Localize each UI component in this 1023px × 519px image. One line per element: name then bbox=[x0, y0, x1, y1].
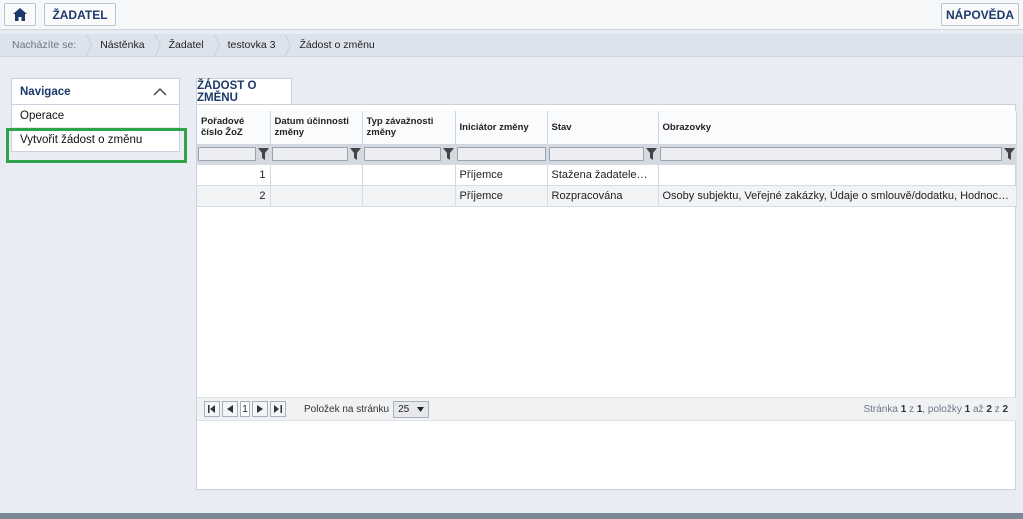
column-header-typ-zavaznosti[interactable]: Typ závažnosti změny bbox=[362, 111, 456, 145]
table-row[interactable]: 2 Příjemce Rozpracována Osoby subjektu, … bbox=[197, 185, 1017, 207]
table-cell: Příjemce bbox=[455, 164, 548, 186]
filter-icon[interactable] bbox=[349, 148, 361, 160]
prev-page-icon bbox=[227, 405, 233, 413]
breadcrumb-item-nastenka[interactable]: Nástěnka bbox=[85, 33, 154, 57]
last-page-button[interactable] bbox=[270, 401, 286, 417]
filter-icon[interactable] bbox=[1003, 148, 1015, 160]
table-cell: Příjemce bbox=[455, 185, 548, 207]
column-header-poradove-cislo[interactable]: Pořadové číslo ŽoZ bbox=[197, 111, 271, 145]
tab-zadost-o-zmenu[interactable]: ŽÁDOST O ZMĚNU bbox=[196, 78, 292, 105]
filter-input[interactable] bbox=[456, 147, 546, 161]
next-page-button[interactable] bbox=[252, 401, 268, 417]
filter-input[interactable] bbox=[659, 147, 1002, 161]
pager: 1 Položek na stránku 25 Stránka 1 z 1, p… bbox=[197, 397, 1016, 421]
chevron-up-icon[interactable] bbox=[153, 87, 167, 96]
navigation-title: Navigace bbox=[20, 85, 71, 98]
table-row[interactable]: 1 Příjemce Stažena žadatelem/p... bbox=[197, 164, 1017, 186]
top-bar: ŽADATEL NÁPOVĚDA bbox=[0, 0, 1023, 30]
table-cell: 1 bbox=[197, 164, 271, 186]
data-table: Pořadové číslo ŽoZ Datum účinnosti změny… bbox=[197, 111, 1017, 207]
highlight-frame bbox=[6, 128, 187, 163]
table-header-row: Pořadové číslo ŽoZ Datum účinnosti změny… bbox=[197, 111, 1017, 145]
current-page: 1 bbox=[240, 401, 250, 417]
navigation-header[interactable]: Navigace bbox=[12, 79, 179, 105]
help-button[interactable]: NÁPOVĚDA bbox=[941, 3, 1019, 26]
column-header-obrazovky[interactable]: Obrazovky bbox=[658, 111, 1017, 145]
column-header-datum-ucinnosti[interactable]: Datum účinnosti změny bbox=[270, 111, 363, 145]
table-cell bbox=[270, 164, 363, 186]
filter-icon[interactable] bbox=[257, 148, 269, 160]
table-cell bbox=[658, 164, 1017, 186]
chevron-down-icon bbox=[417, 406, 425, 412]
filter-input[interactable] bbox=[271, 147, 348, 161]
nav-item-operace[interactable]: Operace bbox=[12, 105, 179, 128]
last-page-icon bbox=[274, 405, 282, 413]
filter-row bbox=[197, 144, 1017, 165]
first-page-icon bbox=[208, 405, 215, 413]
breadcrumb-item-project[interactable]: testovka 3 bbox=[212, 33, 286, 57]
home-button[interactable] bbox=[4, 3, 36, 26]
per-page-select[interactable]: 25 bbox=[393, 400, 430, 418]
table-cell: Osoby subjektu, Veřejné zakázky, Údaje o… bbox=[658, 185, 1017, 207]
footer-bar bbox=[0, 513, 1023, 519]
column-header-iniciator[interactable]: Iniciátor změny bbox=[455, 111, 548, 145]
pager-info: Stránka 1 z 1, položky 1 až 2 z 2 bbox=[863, 403, 1008, 415]
filter-input[interactable] bbox=[198, 147, 256, 161]
table-cell: Stažena žadatelem/p... bbox=[547, 164, 659, 186]
table-cell: Rozpracována bbox=[547, 185, 659, 207]
main-panel: Pořadové číslo ŽoZ Datum účinnosti změny… bbox=[196, 104, 1017, 490]
table-cell bbox=[362, 185, 456, 207]
table-cell bbox=[270, 185, 363, 207]
home-icon bbox=[13, 8, 27, 21]
table-cell bbox=[362, 164, 456, 186]
breadcrumb-item-current: Žádost o změnu bbox=[284, 33, 384, 57]
breadcrumb-item-zadatel[interactable]: Žadatel bbox=[153, 33, 214, 57]
prev-page-button[interactable] bbox=[222, 401, 238, 417]
table-cell: 2 bbox=[197, 185, 271, 207]
breadcrumb-prefix: Nacházíte se: bbox=[12, 39, 77, 51]
per-page-label: Položek na stránku bbox=[304, 403, 390, 415]
next-page-icon bbox=[257, 405, 263, 413]
filter-input[interactable] bbox=[548, 147, 644, 161]
zadatel-button[interactable]: ŽADATEL bbox=[44, 3, 116, 26]
breadcrumb: Nacházíte se: Nástěnka Žadatel testovka … bbox=[0, 33, 1023, 57]
per-page-value: 25 bbox=[398, 403, 410, 415]
filter-icon[interactable] bbox=[645, 148, 657, 160]
filter-input[interactable] bbox=[363, 147, 441, 161]
filter-icon[interactable] bbox=[442, 148, 454, 160]
first-page-button[interactable] bbox=[204, 401, 220, 417]
column-header-stav[interactable]: Stav bbox=[547, 111, 659, 145]
